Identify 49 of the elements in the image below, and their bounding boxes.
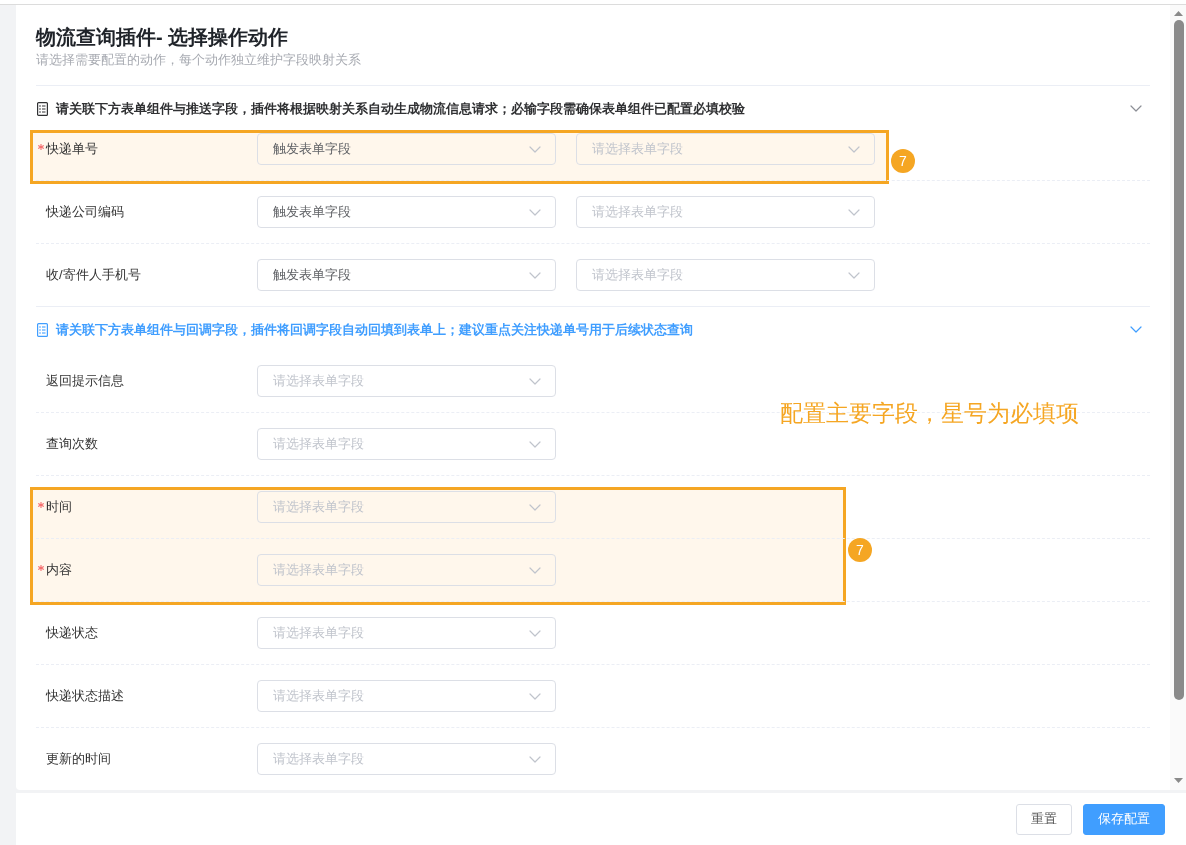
scroll-up-icon[interactable] (1173, 11, 1183, 16)
scrollbar[interactable] (1170, 5, 1186, 790)
field-label: 返回提示信息 (46, 372, 124, 390)
select-field[interactable]: 触发表单字段 (257, 196, 556, 228)
field-label: 内容 (46, 561, 72, 579)
callout-number: 7 (891, 149, 915, 173)
section-title: 请关联下方表单组件与推送字段，插件将根据映射关系自动生成物流信息请求；必输字段需确保表单组件已配置必填校验 (56, 100, 745, 118)
field-label: 时间 (46, 498, 72, 516)
chevron-down-icon (529, 755, 541, 763)
field-label: 快递状态描述 (46, 687, 124, 705)
save-button[interactable]: 保存配置 (1083, 803, 1165, 835)
field-label: 快递状态 (46, 624, 98, 642)
page-title: 物流查询插件- 选择操作动作 (36, 25, 289, 50)
select-field[interactable]: 请选择表单字段 (257, 743, 556, 775)
select-field[interactable]: 请选择表单字段 (257, 554, 556, 586)
field-label: 快递单号 (46, 140, 98, 158)
chevron-down-icon (529, 271, 541, 279)
page-subtitle: 请选择需要配置的动作，每个动作独立维护字段映射关系 (36, 51, 361, 69)
field-label: 更新的时间 (46, 750, 111, 768)
scrollbar-thumb[interactable] (1173, 20, 1184, 700)
callout-number: 7 (848, 538, 872, 562)
select-field[interactable]: 触发表单字段 (257, 259, 556, 291)
scroll-down-icon[interactable] (1173, 778, 1183, 783)
section-title: 请关联下方表单组件与回调字段，插件将回调字段自动回填到表单上；建议重点关注快递单号用于后续状态查询 (56, 321, 693, 339)
select-field[interactable]: 请选择表单字段 (257, 491, 556, 523)
select-field[interactable]: 请选择表单字段 (257, 365, 556, 397)
select-field[interactable]: 请选择表单字段 (257, 617, 556, 649)
select-field[interactable]: 请选择表单字段 (576, 196, 875, 228)
chevron-down-icon (529, 440, 541, 448)
field-label: 查询次数 (46, 435, 98, 453)
list-icon (37, 101, 48, 116)
chevron-down-icon (529, 377, 541, 385)
chevron-down-icon[interactable] (1130, 326, 1142, 333)
reset-button[interactable]: 重置 (1016, 803, 1072, 835)
chevron-down-icon (529, 692, 541, 700)
chevron-down-icon (529, 629, 541, 637)
select-field[interactable]: 请选择表单字段 (576, 133, 875, 165)
select-field[interactable]: 请选择表单字段 (257, 428, 556, 460)
select-field[interactable]: 请选择表单字段 (257, 680, 556, 712)
chevron-down-icon[interactable] (1130, 105, 1142, 112)
select-field[interactable]: 触发表单字段 (257, 133, 556, 165)
select-field[interactable]: 请选择表单字段 (576, 259, 875, 291)
list-icon (37, 322, 48, 337)
field-label: 收/寄件人手机号 (46, 266, 141, 284)
field-label: 快递公司编码 (46, 203, 124, 221)
chevron-down-icon (848, 271, 860, 279)
annotation-text: 配置主要字段，星号为必填项 (780, 399, 1079, 428)
chevron-down-icon (529, 208, 541, 216)
chevron-down-icon (848, 208, 860, 216)
